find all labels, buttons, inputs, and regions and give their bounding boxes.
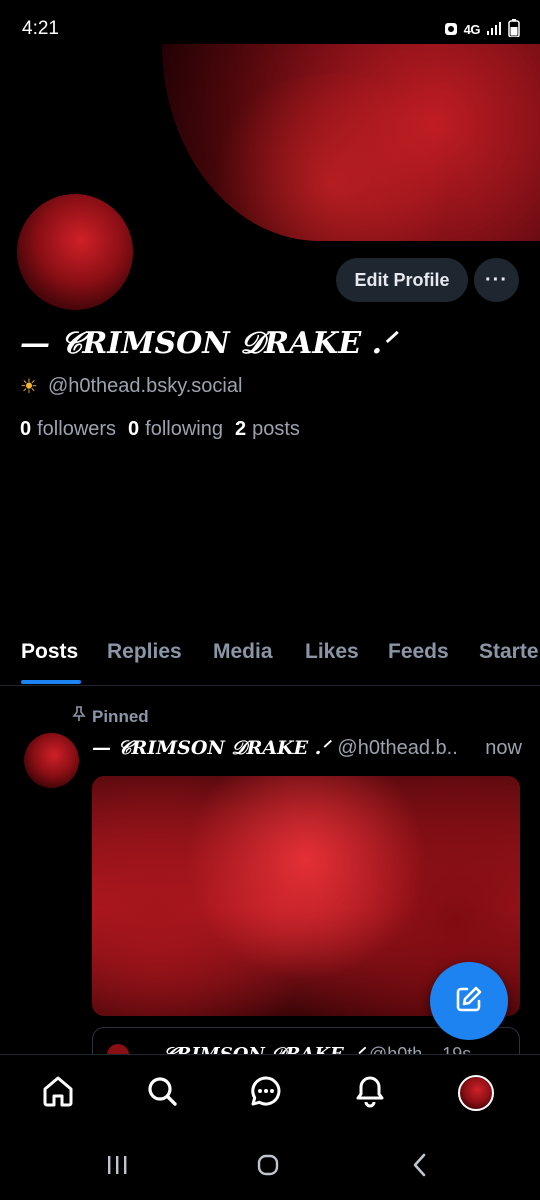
sunrise-icon: ☀ <box>20 376 38 398</box>
status-icons: 4G <box>444 19 520 40</box>
following-count: 0 <box>128 418 140 440</box>
back-chevron-icon <box>409 1152 431 1183</box>
tab-starter-packs[interactable]: Starte <box>479 640 539 664</box>
recent-apps-button[interactable] <box>97 1152 137 1182</box>
following-link[interactable]: 0 following <box>128 418 223 441</box>
posts-label: posts <box>252 418 300 440</box>
nav-profile[interactable] <box>456 1073 496 1113</box>
home-system-button[interactable] <box>248 1152 288 1182</box>
tab-posts[interactable]: Posts <box>21 640 78 664</box>
post-author-name[interactable]: — 𝒞RIMSON 𝒟RAKE .ᐟ <box>92 737 329 760</box>
network-4g-icon: 4G <box>463 22 481 37</box>
post-author-handle[interactable]: @h0thead.b.. <box>337 737 457 760</box>
post-author-avatar[interactable] <box>24 733 79 788</box>
nav-profile-avatar <box>458 1075 494 1111</box>
search-icon <box>145 1074 179 1113</box>
nav-chat[interactable] <box>246 1073 286 1113</box>
compose-icon <box>453 983 485 1020</box>
more-icon: ··· <box>485 268 508 291</box>
back-button[interactable] <box>400 1152 440 1182</box>
recent-apps-icon <box>105 1154 129 1181</box>
chat-icon <box>249 1074 283 1113</box>
battery-icon <box>508 19 520 40</box>
pinned-indicator: Pinned <box>72 706 149 727</box>
tab-feeds[interactable]: Feeds <box>388 640 449 664</box>
posts-stat: 2 posts <box>235 418 300 441</box>
home-circle-icon <box>256 1153 280 1182</box>
status-time: 4:21 <box>22 18 59 39</box>
tab-replies[interactable]: Replies <box>107 640 182 664</box>
following-label: following <box>145 418 223 440</box>
nav-notifications[interactable] <box>350 1073 390 1113</box>
alarm-icon <box>444 20 458 39</box>
more-options-button[interactable]: ··· <box>474 258 519 302</box>
followers-label: followers <box>37 418 117 440</box>
posts-count: 2 <box>235 418 247 440</box>
profile-tabs: Posts Replies Media Likes Feeds Starte <box>0 636 540 686</box>
tab-media[interactable]: Media <box>213 640 273 664</box>
handle-row: ☀ @h0thead.bsky.social <box>20 374 242 399</box>
home-icon <box>41 1074 75 1113</box>
profile-avatar[interactable] <box>14 191 136 313</box>
pin-icon <box>72 706 86 727</box>
nav-home[interactable] <box>38 1073 78 1113</box>
signal-icon <box>486 21 502 38</box>
bottom-navigation <box>0 1054 540 1132</box>
nav-search[interactable] <box>142 1073 182 1113</box>
followers-link[interactable]: 0 followers <box>20 418 116 441</box>
profile-banner-image[interactable] <box>162 44 540 241</box>
display-name: — 𝒞RIMSON 𝒟RAKE .ᐟ <box>20 326 395 361</box>
system-navigation-bar <box>0 1132 540 1200</box>
profile-handle: @h0thead.bsky.social <box>47 375 243 397</box>
followers-count: 0 <box>20 418 32 440</box>
edit-profile-button[interactable]: Edit Profile <box>336 258 468 302</box>
profile-stats: 0 followers 0 following 2 posts <box>20 418 300 441</box>
pinned-label: Pinned <box>92 706 149 726</box>
compose-button[interactable] <box>430 962 508 1040</box>
active-tab-indicator <box>21 680 81 684</box>
post-header: — 𝒞RIMSON 𝒟RAKE .ᐟ @h0thead.b.. now <box>92 737 522 760</box>
tab-likes[interactable]: Likes <box>305 640 359 664</box>
bell-icon <box>353 1074 387 1113</box>
post-timestamp: now <box>479 737 522 760</box>
